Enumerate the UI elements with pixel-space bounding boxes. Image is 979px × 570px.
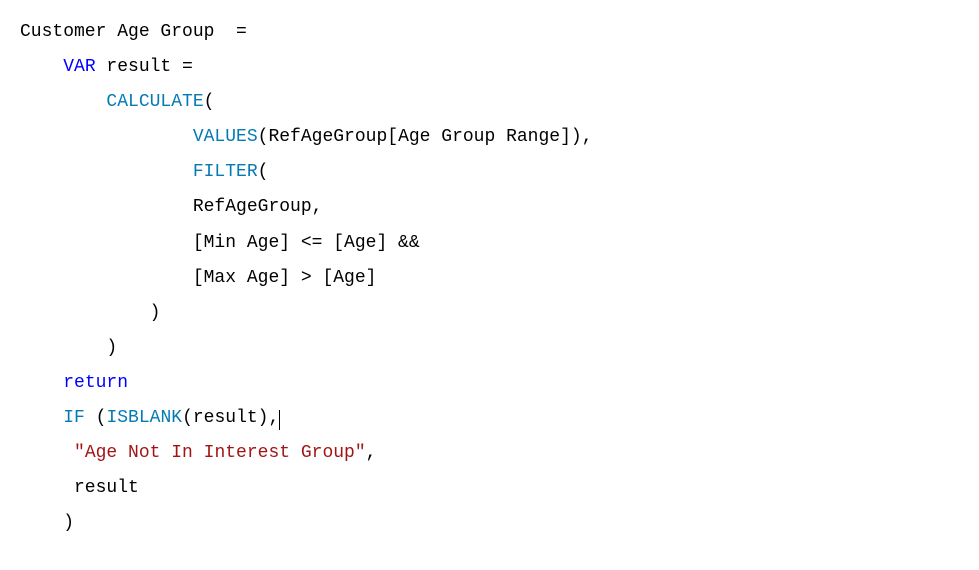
code-block: Customer Age Group = VAR result = CALCUL… — [20, 15, 959, 541]
code-line-12: IF (ISBLANK(result), — [20, 401, 959, 436]
func-calculate: CALCULATE — [106, 92, 203, 112]
measure-name: Customer Age Group = — [20, 22, 247, 42]
func-values: VALUES — [193, 127, 258, 147]
text-cursor — [279, 410, 280, 430]
code-line-14: result — [20, 471, 959, 506]
code-line-3: CALCULATE( — [20, 85, 959, 120]
keyword-return: return — [63, 373, 128, 393]
string-literal: "Age Not In Interest Group" — [74, 443, 366, 463]
keyword-var: VAR — [63, 57, 95, 77]
func-if: IF — [63, 408, 85, 428]
code-line-5: FILTER( — [20, 155, 959, 190]
code-line-6: RefAgeGroup, — [20, 190, 959, 225]
code-line-7: [Min Age] <= [Age] && — [20, 226, 959, 261]
func-filter: FILTER — [193, 162, 258, 182]
code-line-2: VAR result = — [20, 50, 959, 85]
code-line-10: ) — [20, 331, 959, 366]
code-line-4: VALUES(RefAgeGroup[Age Group Range]), — [20, 120, 959, 155]
code-line-9: ) — [20, 296, 959, 331]
code-line-1: Customer Age Group = — [20, 15, 959, 50]
code-line-15: ) — [20, 506, 959, 541]
code-line-11: return — [20, 366, 959, 401]
func-isblank: ISBLANK — [106, 408, 182, 428]
code-line-13: "Age Not In Interest Group", — [20, 436, 959, 471]
code-line-8: [Max Age] > [Age] — [20, 261, 959, 296]
